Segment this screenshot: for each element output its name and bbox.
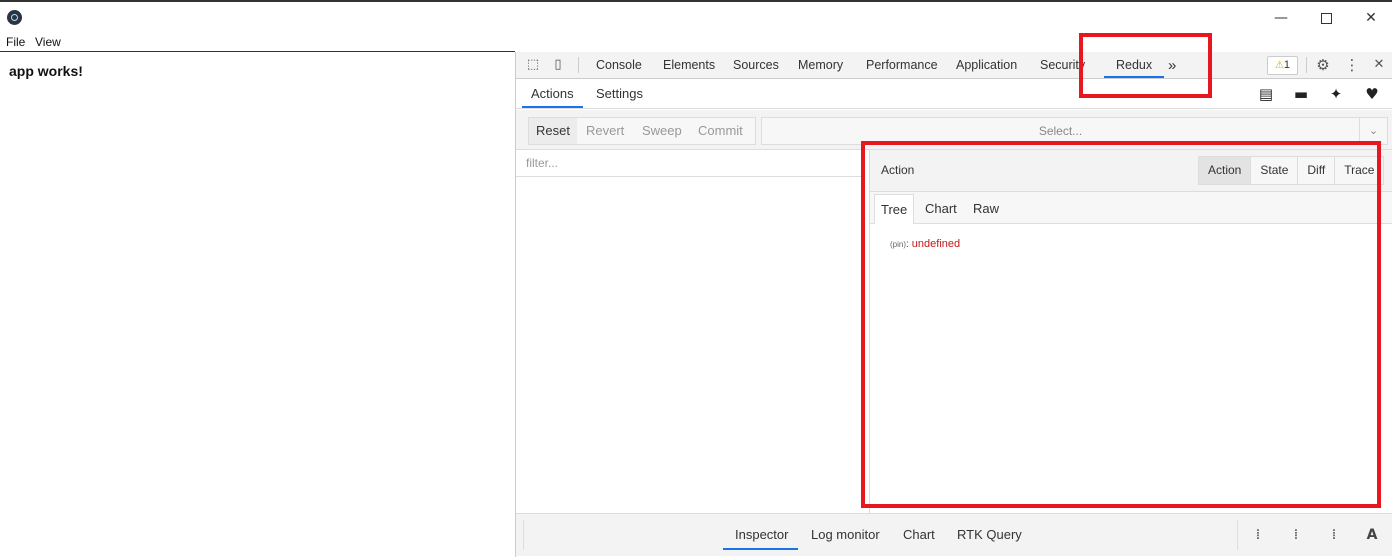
tab-sources[interactable]: Sources — [733, 52, 779, 79]
select-placeholder: Select... — [1038, 124, 1083, 138]
tab-diff[interactable]: Diff — [1298, 157, 1336, 184]
tab-inspector[interactable]: Inspector — [722, 514, 800, 556]
tab-action[interactable]: Action — [1199, 157, 1252, 184]
tab-security[interactable]: Security — [1040, 52, 1085, 79]
tab-console[interactable]: Console — [596, 52, 642, 79]
redux-top-bar: Actions Settings ▤ ▬ ✦ ♥ — [516, 79, 1392, 109]
dock-bottom-icon[interactable]: ⁞ — [1324, 525, 1344, 545]
tree-key[interactable]: (pin) — [890, 240, 906, 249]
tab-application[interactable]: Application — [956, 52, 1017, 79]
redux-toolbar: Reset Revert Sweep Commit Select... ⌄ — [516, 110, 1392, 150]
toolbar-divider — [1306, 57, 1307, 73]
inspector-title: Action — [881, 163, 915, 177]
actions-list — [516, 178, 863, 513]
filter-row — [516, 150, 863, 177]
minimize-button[interactable]: — — [1258, 6, 1304, 30]
revert-button[interactable]: Revert — [586, 118, 624, 144]
instance-select[interactable]: Select... ⌄ — [761, 117, 1388, 145]
twitter-icon[interactable]: ✦ — [1327, 85, 1345, 103]
tab-state[interactable]: State — [1251, 157, 1299, 184]
tab-performance[interactable]: Performance — [866, 52, 938, 79]
app-heading: app works! — [9, 63, 83, 79]
maximize-icon — [1320, 12, 1332, 24]
warning-icon: ⚠ — [1274, 60, 1284, 71]
bottom-divider — [523, 520, 524, 550]
warning-count: 1 — [1283, 59, 1291, 71]
subtab-tree[interactable]: Tree — [874, 194, 915, 224]
tab-redux[interactable]: Redux — [1103, 52, 1165, 79]
monitor-bottom-bar: Inspector Log monitor Chart RTK Query ⁞ … — [516, 513, 1392, 556]
devtools-tab-bar: ⬚ ▯ Console Elements Sources Memory Perf… — [516, 52, 1392, 79]
window-title-bar: — ✕ — [0, 0, 1392, 32]
tab-actions[interactable]: Actions — [522, 79, 583, 109]
chevron-down-icon: ⌄ — [1359, 118, 1387, 144]
settings-gear-icon[interactable]: ⚙ — [1315, 57, 1331, 73]
tab-rtk-query[interactable]: RTK Query — [957, 514, 1022, 556]
sweep-button[interactable]: Sweep — [642, 118, 682, 144]
bottom-divider — [1237, 520, 1238, 550]
dock-left-icon[interactable]: ⁞ — [1248, 525, 1268, 545]
tab-trace[interactable]: Trace — [1335, 157, 1384, 184]
tab-log-monitor[interactable]: Log monitor — [811, 514, 880, 556]
app-content: app works! — [0, 53, 515, 557]
inspector-header: Action Action State Diff Trace — [870, 150, 1392, 192]
tree-value: undefined — [911, 238, 961, 250]
menu-file[interactable]: File — [6, 35, 25, 49]
commit-button[interactable]: Commit — [698, 118, 743, 144]
tab-settings[interactable]: Settings — [596, 79, 643, 109]
more-options-icon[interactable]: ⋮ — [1344, 57, 1360, 73]
inspector-tab-group: Action State Diff Trace — [1198, 156, 1385, 185]
maximize-button[interactable] — [1303, 6, 1349, 30]
menu-bar: File View — [0, 32, 515, 52]
close-window-button[interactable]: ✕ — [1348, 6, 1392, 30]
subtab-chart[interactable]: Chart — [919, 194, 963, 224]
tab-chart-monitor[interactable]: Chart — [903, 514, 935, 556]
devtools-panel: ⬚ ▯ Console Elements Sources Memory Perf… — [515, 52, 1392, 557]
close-devtools-icon[interactable]: ✕ — [1371, 57, 1387, 73]
tree-colon: : — [906, 239, 909, 250]
menu-view[interactable]: View — [35, 35, 61, 49]
tab-memory[interactable]: Memory — [798, 52, 843, 79]
dock-right-icon[interactable]: ⁞ — [1286, 525, 1306, 545]
electron-app-icon — [7, 10, 22, 25]
filter-input[interactable] — [516, 150, 863, 176]
book-icon[interactable]: ▤ — [1257, 85, 1275, 103]
device-toolbar-icon[interactable]: ▯ — [550, 57, 566, 73]
heart-icon[interactable]: ♥ — [1363, 85, 1381, 103]
action-inspector-pane: Action Action State Diff Trace Tree Char… — [869, 150, 1392, 513]
remote-broadcast-icon[interactable]: A — [1362, 525, 1382, 545]
inspector-subtabs: Tree Chart Raw — [870, 192, 1392, 224]
subtab-raw[interactable]: Raw — [967, 194, 1005, 224]
chat-icon[interactable]: ▬ — [1292, 85, 1310, 103]
toolbar-divider — [578, 57, 579, 73]
warnings-badge[interactable]: ⚠1 — [1267, 56, 1298, 75]
tab-elements[interactable]: Elements — [663, 52, 715, 79]
history-button-group: Reset Revert Sweep Commit — [528, 117, 756, 145]
more-tabs-icon[interactable]: » — [1168, 52, 1176, 79]
reset-button[interactable]: Reset — [529, 118, 577, 144]
inspect-element-icon[interactable]: ⬚ — [525, 57, 541, 73]
tree-view: (pin): undefined — [890, 236, 960, 250]
